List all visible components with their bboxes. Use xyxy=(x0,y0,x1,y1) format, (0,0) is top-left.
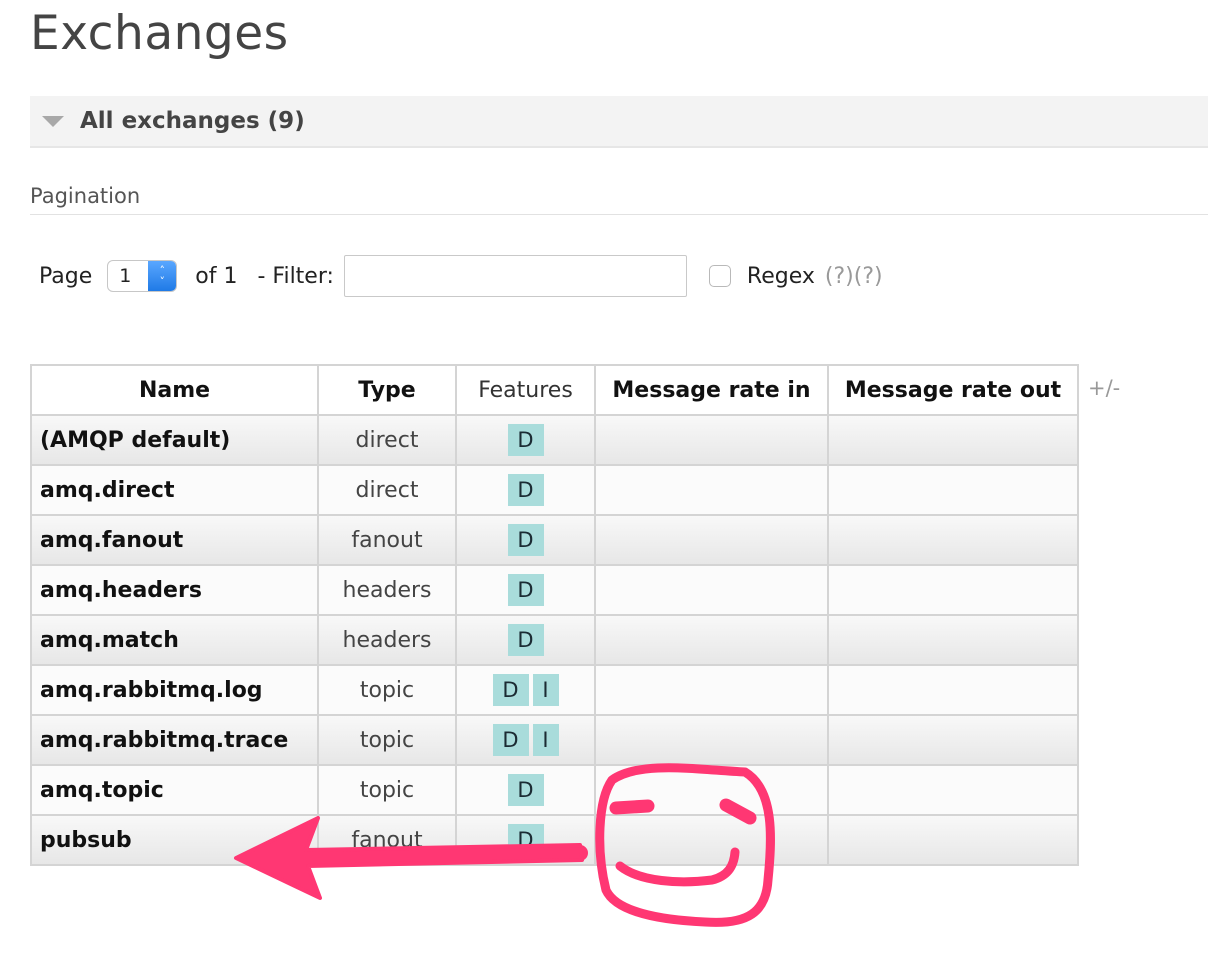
exchange-type: topic xyxy=(317,664,457,716)
exchange-name-link[interactable]: pubsub xyxy=(30,814,319,866)
exchange-type: topic xyxy=(317,764,457,816)
internal-badge: I xyxy=(532,674,559,706)
collapse-triangle-icon xyxy=(42,115,64,127)
exchange-type: direct xyxy=(317,414,457,466)
durable-badge: D xyxy=(492,674,529,706)
message-rate-in xyxy=(594,514,829,566)
exchange-name-link[interactable]: amq.rabbitmq.trace xyxy=(30,714,319,766)
exchange-name-link[interactable]: amq.topic xyxy=(30,764,319,816)
message-rate-out xyxy=(827,714,1079,766)
all-exchanges-section-toggle[interactable]: All exchanges (9) xyxy=(30,96,1208,148)
durable-badge: D xyxy=(507,424,544,456)
table-row: amq.topic topic D xyxy=(30,764,1079,816)
exchange-name-link[interactable]: amq.headers xyxy=(30,564,319,616)
exchange-features: D xyxy=(455,614,596,666)
exchange-name-link[interactable]: amq.match xyxy=(30,614,319,666)
page-count-label: of 1 xyxy=(195,263,238,289)
exchange-type: topic xyxy=(317,714,457,766)
message-rate-out xyxy=(827,814,1079,866)
column-header-features: Features xyxy=(455,364,596,416)
exchange-features: DI xyxy=(455,664,596,716)
exchange-type: fanout xyxy=(317,514,457,566)
message-rate-in xyxy=(594,814,829,866)
message-rate-in xyxy=(594,664,829,716)
durable-badge: D xyxy=(507,824,544,856)
exchange-type: headers xyxy=(317,564,457,616)
table-row: amq.fanout fanout D xyxy=(30,514,1079,566)
exchange-features: D xyxy=(455,814,596,866)
regex-help-links[interactable]: (?)(?) xyxy=(825,264,883,289)
exchange-features: D xyxy=(455,764,596,816)
table-row: amq.rabbitmq.trace topic D I xyxy=(30,714,1079,766)
toggle-columns-link[interactable]: +/- xyxy=(1088,376,1120,400)
column-header-name[interactable]: Name xyxy=(30,364,319,416)
page-title: Exchanges xyxy=(30,6,289,61)
exchange-name-link[interactable]: amq.rabbitmq.log xyxy=(30,664,319,716)
column-header-rate-in[interactable]: Message rate in xyxy=(594,364,829,416)
durable-badge: D xyxy=(507,624,544,656)
durable-badge: D xyxy=(507,524,544,556)
exchange-features: D xyxy=(455,414,596,466)
section-label: All exchanges (9) xyxy=(80,108,305,134)
message-rate-out xyxy=(827,764,1079,816)
exchange-type: fanout xyxy=(317,814,457,866)
exchange-type: headers xyxy=(317,614,457,666)
table-row: (AMQP default) direct D xyxy=(30,414,1079,466)
page-select-value: 1 xyxy=(119,265,132,287)
exchange-features: D xyxy=(455,464,596,516)
table-row: amq.headers headers D xyxy=(30,564,1079,616)
message-rate-out xyxy=(827,614,1079,666)
exchange-type: direct xyxy=(317,464,457,516)
exchange-features: D xyxy=(455,564,596,616)
table-row: pubsub fanout D xyxy=(30,814,1079,866)
filter-label: - Filter: xyxy=(257,263,334,289)
exchange-features: DI xyxy=(455,714,596,766)
filter-input[interactable] xyxy=(343,255,687,297)
table-row: amq.match headers D xyxy=(30,614,1079,666)
exchanges-table: Name Type Features Message rate in Messa… xyxy=(30,364,1079,866)
page-select[interactable]: 1 ˄ ˅ xyxy=(107,260,178,292)
message-rate-in xyxy=(594,614,829,666)
regex-label: Regex xyxy=(746,263,815,289)
table-row: amq.direct direct D xyxy=(30,464,1079,516)
durable-badge: D xyxy=(507,774,544,806)
column-header-rate-out[interactable]: Message rate out xyxy=(827,364,1079,416)
column-header-type[interactable]: Type xyxy=(317,364,457,416)
message-rate-out xyxy=(827,564,1079,616)
message-rate-out xyxy=(827,414,1079,466)
internal-badge: I xyxy=(532,724,559,756)
table-header-row: Name Type Features Message rate in Messa… xyxy=(30,364,1079,416)
message-rate-out xyxy=(827,464,1079,516)
exchange-features: D xyxy=(455,514,596,566)
message-rate-in xyxy=(594,564,829,616)
durable-badge: D xyxy=(507,574,544,606)
message-rate-in xyxy=(594,464,829,516)
message-rate-out xyxy=(827,664,1079,716)
page-label: Page xyxy=(39,263,93,289)
pagination-controls: Page 1 ˄ ˅ of 1 - Filter: Regex (?)(?) xyxy=(39,254,883,298)
durable-badge: D xyxy=(492,724,529,756)
select-arrows-icon: ˄ ˅ xyxy=(148,261,177,291)
message-rate-in xyxy=(594,714,829,766)
pagination-heading: Pagination xyxy=(30,184,1208,215)
exchange-name-link[interactable]: (AMQP default) xyxy=(30,414,319,466)
durable-badge: D xyxy=(507,474,544,506)
table-row: amq.rabbitmq.log topic D I xyxy=(30,664,1079,716)
exchange-name-link[interactable]: amq.fanout xyxy=(30,514,319,566)
message-rate-in xyxy=(594,764,829,816)
message-rate-in xyxy=(594,414,829,466)
exchange-name-link[interactable]: amq.direct xyxy=(30,464,319,516)
regex-checkbox[interactable] xyxy=(708,265,731,287)
message-rate-out xyxy=(827,514,1079,566)
